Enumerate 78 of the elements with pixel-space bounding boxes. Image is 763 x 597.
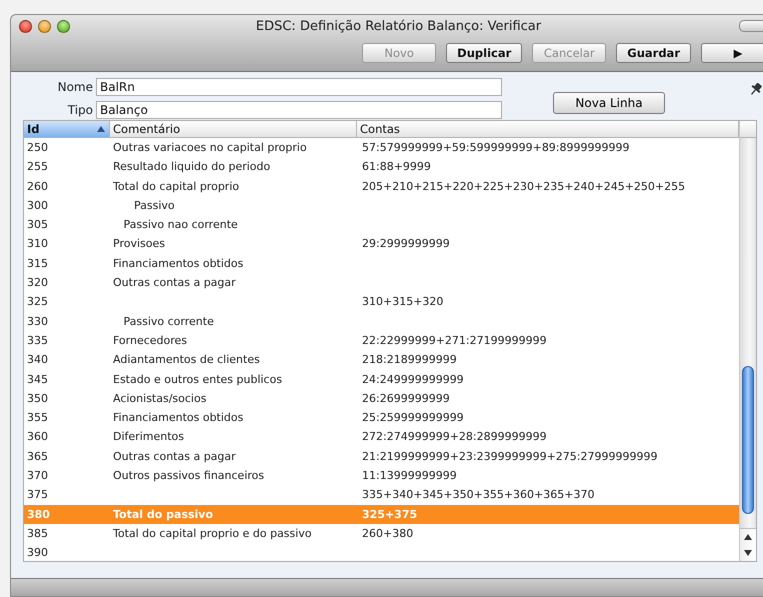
table-cell: 255 [27, 160, 48, 174]
table-cell: 330 [27, 314, 48, 328]
column-header[interactable]: Comentário [110, 121, 357, 137]
table-cell: Total do capital proprio e do passivo [113, 526, 312, 540]
pin-icon [749, 82, 763, 96]
input-field[interactable]: Balanço [96, 100, 502, 118]
table-cell: 390 [27, 546, 48, 560]
table-cell: Total do passivo [113, 508, 214, 521]
toolbar-button[interactable]: Duplicar [446, 43, 522, 63]
table-cell: 365 [27, 450, 48, 463]
table-cell: 22:22999999+271:27199999999 [362, 334, 547, 347]
table-cell: Financiamentos obtidos [113, 256, 244, 270]
zoom-button[interactable] [57, 20, 70, 32]
column-header[interactable]: Contas [357, 121, 739, 137]
toolbar-toggle-button[interactable] [739, 20, 763, 32]
table-cell: 310+315+320 [362, 295, 444, 308]
table-cell: 385 [27, 526, 48, 540]
input-field[interactable]: BalRn [96, 78, 502, 96]
table-cell: 21:2199999999+23:2399999999+275:27999999999 [362, 450, 658, 463]
table-cell: 305 [27, 218, 48, 232]
table-cell: 24:249999999999 [362, 372, 464, 386]
table-cell: 380 [27, 508, 50, 521]
sort-ascending-icon [96, 125, 106, 133]
new-line-button[interactable]: Nova Linha [553, 92, 665, 114]
table-cell: 320 [27, 276, 48, 290]
table-cell: 29:2999999999 [362, 237, 450, 250]
field-label: Nome [56, 80, 93, 94]
table-cell: 375 [27, 488, 48, 502]
table-cell: Acionistas/socios [113, 392, 206, 405]
table-cell: 355 [27, 411, 48, 424]
table-cell: Diferimentos [113, 430, 184, 444]
table-cell: 11:13999999999 [362, 469, 457, 482]
table-cell: 218:2189999999 [362, 353, 457, 366]
table-cell: Provisoes [113, 237, 165, 250]
table-cell: 26:2699999999 [362, 392, 450, 405]
table-cell: Adiantamentos de clientes [113, 353, 260, 366]
table-cell: 57:579999999+59:599999999+89:8999999999 [362, 141, 630, 154]
table-cell: Fornecedores [113, 334, 188, 347]
table-cell: 260+380 [362, 526, 414, 540]
table-cell: 272:274999999+28:2899999999 [362, 430, 547, 444]
toolbar-button[interactable]: ▶ [701, 43, 763, 63]
table-cell: 360 [27, 430, 48, 444]
table-cell: 340 [27, 353, 48, 366]
table-cell-text: Passivo [132, 198, 175, 212]
table-cell: Outras contas a pagar [113, 450, 236, 463]
table-cell: Estado e outros entes publicos [113, 372, 282, 386]
close-button[interactable] [19, 20, 32, 32]
table-cell: 205+210+215+220+225+230+235+240+245+250+255 [362, 180, 686, 193]
scrollbar-thumb[interactable] [742, 366, 754, 514]
table-cell: Total do capital proprio [113, 180, 240, 193]
table-cell: Financiamentos obtidos [113, 411, 244, 424]
field-label: Tipo [66, 102, 93, 116]
table-cell: 260 [27, 180, 48, 193]
table-cell: 250 [27, 141, 48, 154]
window-title: EDSC: Definição Relatório Balanço: Verificar [254, 18, 542, 34]
minimize-button[interactable] [38, 20, 51, 32]
table-cell-text: Passivo nao corrente [122, 218, 238, 232]
table-cell: 370 [27, 469, 48, 482]
table-cell: 325 [27, 295, 48, 308]
table-cell: 310 [27, 237, 48, 250]
table-cell: 325+375 [362, 508, 418, 521]
table-cell: Outras variacoes no capital proprio [113, 141, 307, 154]
table-cell: 315 [27, 256, 48, 270]
table-cell: Resultado liquido do periodo [113, 160, 270, 174]
table-cell: Outros passivos financeiros [113, 469, 264, 482]
table-cell: 61:88+9999 [362, 160, 431, 174]
table-cell: Outras contas a pagar [113, 276, 236, 290]
toolbar-button[interactable]: Guardar [616, 43, 691, 63]
table-cell: 350 [27, 392, 48, 405]
table-cell: 335+340+345+350+355+360+365+370 [362, 488, 594, 502]
table-cell: 335 [27, 334, 48, 347]
table-cell: 345 [27, 372, 48, 386]
table-cell: 25:259999999999 [362, 411, 464, 424]
scroll-up-icon [743, 533, 753, 541]
scroll-down-icon [743, 549, 753, 557]
table-cell: 300 [27, 198, 48, 212]
table-cell-text: Passivo corrente [122, 314, 214, 328]
column-header[interactable]: Id [24, 121, 110, 137]
